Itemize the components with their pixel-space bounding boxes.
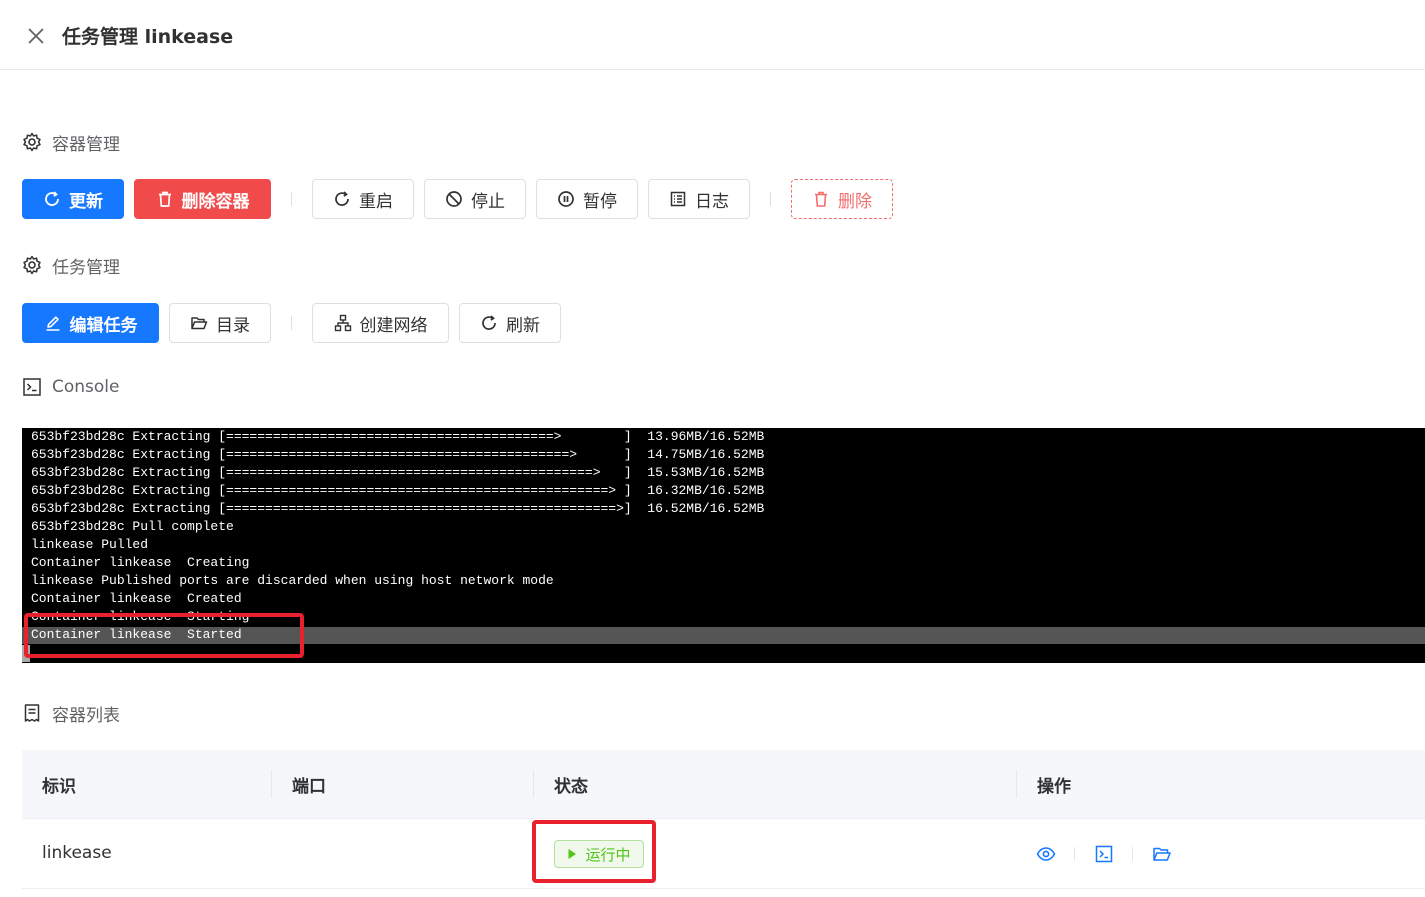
column-header-actions: 操作	[1037, 777, 1071, 797]
button-divider	[770, 192, 771, 206]
refresh-icon	[43, 190, 61, 208]
column-divider	[1016, 770, 1017, 798]
document-list-icon	[22, 703, 42, 723]
column-divider	[533, 770, 534, 798]
button-divider	[291, 192, 292, 206]
network-icon	[334, 314, 352, 332]
highlight-box	[532, 820, 656, 883]
action-divider	[1074, 847, 1075, 861]
table-header: 标识 端口 状态 操作	[22, 750, 1425, 819]
page-title: 任务管理 linkease	[62, 26, 234, 48]
column-header-id: 标识	[42, 777, 76, 797]
console-line: Container linkease Creating	[31, 555, 250, 570]
container-management-heading: 容器管理	[22, 130, 120, 155]
console-line: 653bf23bd28c Extracting [===============…	[31, 483, 765, 498]
console-line: 653bf23bd28c Extracting [===============…	[31, 501, 765, 516]
refresh-icon	[333, 190, 351, 208]
console-line: 653bf23bd28c Pull complete	[31, 519, 234, 534]
console-line: 653bf23bd28c Extracting [===============…	[31, 465, 765, 480]
edit-icon	[44, 314, 62, 332]
eye-icon[interactable]	[1036, 844, 1056, 864]
delete-container-button[interactable]: 删除容器	[134, 179, 271, 219]
edit-task-button[interactable]: 编辑任务	[22, 303, 159, 343]
delete-button[interactable]: 删除	[791, 179, 893, 219]
logs-button[interactable]: 日志	[648, 179, 750, 219]
column-header-port: 端口	[292, 777, 326, 797]
folder-open-icon	[190, 314, 208, 332]
trash-icon	[812, 190, 830, 208]
console-line: linkease Published ports are discarded w…	[31, 573, 554, 588]
update-button[interactable]: 更新	[22, 179, 124, 219]
console-line: Container linkease Created	[31, 591, 242, 606]
gear-icon	[22, 255, 42, 275]
restart-button[interactable]: 重启	[312, 179, 414, 219]
pause-button[interactable]: 暂停	[536, 179, 638, 219]
terminal-icon	[22, 377, 42, 397]
console-line: linkease Pulled	[31, 537, 149, 552]
container-list-heading: 容器列表	[22, 701, 120, 726]
section-title-label: 任务管理	[52, 257, 120, 278]
console-line: 653bf23bd28c Extracting [===============…	[31, 429, 765, 444]
trash-icon	[156, 190, 174, 208]
refresh-button[interactable]: 刷新	[459, 303, 561, 343]
column-header-status: 状态	[554, 777, 588, 797]
terminal-icon[interactable]	[1094, 844, 1114, 864]
button-divider	[291, 316, 292, 330]
column-divider	[271, 770, 272, 798]
pause-icon	[557, 190, 575, 208]
table-row: linkease 运行中	[22, 819, 1425, 889]
page-header: 任务管理 linkease	[0, 0, 1425, 70]
task-management-heading: 任务管理	[22, 253, 120, 278]
container-id-cell: linkease	[42, 843, 112, 863]
stop-icon	[445, 190, 463, 208]
gear-icon	[22, 132, 42, 152]
console-line: 653bf23bd28c Extracting [===============…	[31, 447, 765, 462]
close-icon[interactable]	[26, 26, 46, 46]
folder-open-icon[interactable]	[1152, 844, 1172, 864]
log-list-icon	[669, 190, 687, 208]
console-heading: Console	[22, 375, 120, 399]
action-divider	[1132, 847, 1133, 861]
section-title-label: Console	[52, 377, 120, 397]
directory-button[interactable]: 目录	[169, 303, 271, 343]
highlight-box	[24, 613, 304, 658]
create-network-button[interactable]: 创建网络	[312, 303, 449, 343]
section-title-label: 容器列表	[52, 705, 120, 726]
stop-button[interactable]: 停止	[424, 179, 526, 219]
section-title-label: 容器管理	[52, 134, 120, 155]
refresh-icon	[480, 314, 498, 332]
